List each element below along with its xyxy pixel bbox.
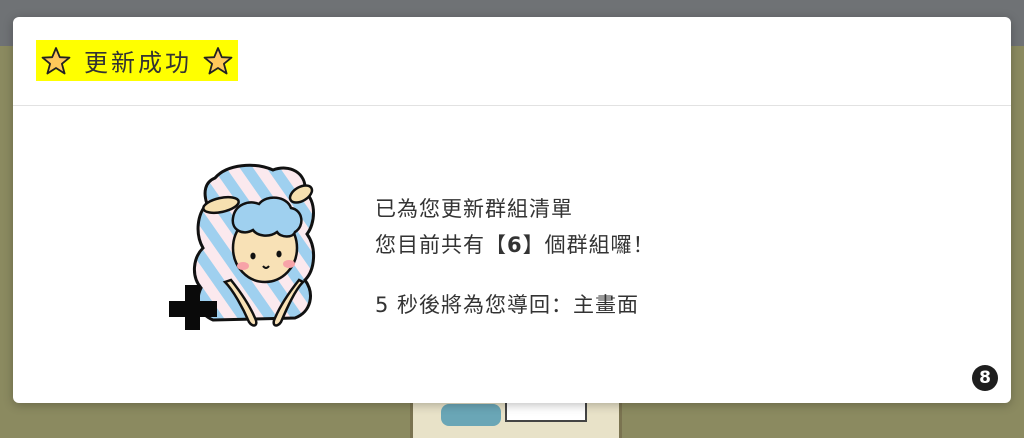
star-icon	[41, 46, 71, 74]
update-status-text: 已為您更新群組清單	[375, 197, 573, 221]
modal-title: 更新成功	[36, 40, 238, 81]
redirect-countdown-text: 5 秒後將為您導回：主畫面	[375, 293, 640, 317]
group-count: 6	[507, 233, 523, 257]
sheep-with-plus-icon	[169, 163, 315, 330]
star-icon	[203, 46, 233, 74]
update-message: 已為您更新群組清單 您目前共有【6】個群組囉！ 5 秒後將為您導回：主畫面	[375, 191, 655, 323]
modal-title-text: 更新成功	[84, 49, 192, 77]
background-card	[410, 398, 622, 438]
success-modal: 更新成功 已為您更新群組清單 您目前共有【6】個群組囉！ 5 秒後將為您導回：主…	[13, 17, 1011, 403]
modal-header: 更新成功	[13, 17, 1011, 106]
number-badge: 8	[972, 365, 998, 391]
group-count-text: 您目前共有【6】個群組囉！	[375, 233, 655, 257]
